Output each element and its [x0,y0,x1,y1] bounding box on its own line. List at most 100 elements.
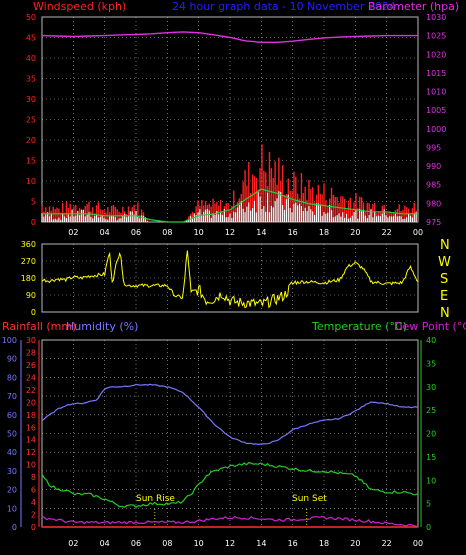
wind-y-tick: 15 [26,157,36,166]
wind-y-tick: 50 [26,13,36,22]
wind-y-tick: 25 [26,116,36,125]
wind-x-tick: 10 [194,228,204,237]
temperature-y-tick: 20 [426,430,436,439]
rainfall-y-tick: 30 [26,336,36,345]
wind-y-tick: 40 [26,54,36,63]
temperature-y-tick: 40 [426,336,436,345]
wind-y-tick: 5 [31,198,36,207]
weather-x-tick: 02 [68,539,78,548]
wind-direction-line [41,250,419,309]
wind-x-tick: 14 [256,228,266,237]
weather-x-tick: 10 [194,539,204,548]
humidity-y-tick: 90 [7,355,17,364]
compass-label-e: E [440,289,448,304]
rainfall-y-tick: 26 [26,361,36,370]
rainfall-y-tick: 0 [31,523,36,532]
temperature-y-tick: 35 [426,359,436,368]
barometer-y-tick: 1005 [426,106,446,115]
weather-x-tick: 22 [382,539,392,548]
rainfall-y-tick: 20 [26,398,36,407]
temperature-y-tick: 0 [426,523,431,532]
compass-label-s: S [440,272,448,287]
barometer-axis-title: Barometer (hpa) [368,0,459,13]
wind-y-tick: 30 [26,95,36,104]
humidity-axis-title: Humidity (%) [66,320,138,333]
barometer-y-tick: 1000 [426,125,446,134]
weather-x-tick: 14 [256,539,266,548]
direction-y-tick: 360 [21,240,36,249]
wind-x-tick: 06 [131,228,141,237]
wind-x-tick: 08 [162,228,172,237]
weather-x-tick: 16 [288,539,298,548]
barometer-y-tick: 990 [426,162,441,171]
wind-x-tick: 02 [68,228,78,237]
wind-y-tick: 35 [26,75,36,84]
wind-x-tick: 22 [382,228,392,237]
direction-y-tick: 0 [31,308,36,317]
wind-y-tick: 20 [26,136,36,145]
rainfall-y-tick: 16 [26,423,36,432]
barometer-y-tick: 1010 [426,88,446,97]
weather-x-tick: 18 [319,539,329,548]
rainfall-y-tick: 14 [26,436,36,445]
weather-x-tick: 00 [413,539,423,548]
chart-title: 24 hour graph data - 10 November 2024 [172,0,396,13]
rainfall-y-tick: 8 [31,473,36,482]
weather-x-tick: 06 [131,539,141,548]
rainfall-y-tick: 22 [26,386,36,395]
rainfall-y-tick: 24 [26,373,36,382]
rainfall-y-tick: 10 [26,461,36,470]
wind-x-tick: 12 [225,228,235,237]
humidity-y-tick: 10 [7,504,17,513]
humidity-y-tick: 40 [7,448,17,457]
humidity-y-tick: 20 [7,486,17,495]
humidity-y-tick: 60 [7,411,17,420]
temperature-y-tick: 30 [426,383,436,392]
barometer-y-tick: 975 [426,218,441,227]
dew-point-line [41,515,419,528]
rainfall-y-tick: 4 [31,498,36,507]
wind-x-tick: 18 [319,228,329,237]
dewpoint-axis-title: Dew Point (°C) [394,320,466,333]
wind-x-tick: 16 [288,228,298,237]
barometer-y-tick: 1030 [426,13,446,22]
weather-x-tick: 08 [162,539,172,548]
rainfall-y-tick: 12 [26,448,36,457]
humidity-y-tick: 100 [2,336,17,345]
temperature-y-tick: 10 [426,476,436,485]
wind-x-tick: 00 [413,228,423,237]
wind-y-tick: 45 [26,34,36,43]
rainfall-y-tick: 6 [31,486,36,495]
humidity-y-tick: 0 [12,523,17,532]
barometer-y-tick: 980 [426,199,441,208]
wind-x-tick: 20 [350,228,360,237]
wind-y-tick: 0 [31,218,36,227]
barometer-y-tick: 995 [426,143,441,152]
compass-label-n-bottom: N [440,306,450,321]
direction-y-tick: 180 [21,274,36,283]
compass-label-n-top: N [440,238,450,253]
wind-y-tick: 10 [26,177,36,186]
rainfall-y-tick: 28 [26,348,36,357]
humidity-line [41,383,419,446]
direction-y-tick: 90 [26,291,36,300]
rainfall-y-tick: 18 [26,411,36,420]
temperature-axis-title: Temperature (°C) [311,320,407,333]
weather-x-tick: 04 [100,539,110,548]
humidity-y-tick: 30 [7,467,17,476]
weather-x-tick: 20 [350,539,360,548]
sun-set-label: Sun Set [292,494,327,504]
direction-y-tick: 270 [21,257,36,266]
humidity-y-tick: 50 [7,430,17,439]
barometer-y-tick: 1020 [426,50,446,59]
barometer-y-tick: 985 [426,181,441,190]
barometer-y-tick: 1025 [426,32,446,41]
wind-x-tick: 04 [100,228,110,237]
humidity-y-tick: 70 [7,392,17,401]
temperature-y-tick: 5 [426,500,431,509]
rainfall-y-tick: 2 [31,511,36,520]
weather-chart: Windspeed (kph) 24 hour graph data - 10 … [2,0,466,548]
windspeed-axis-title: Windspeed (kph) [33,0,126,13]
temperature-y-tick: 15 [426,453,436,462]
humidity-y-tick: 80 [7,373,17,382]
